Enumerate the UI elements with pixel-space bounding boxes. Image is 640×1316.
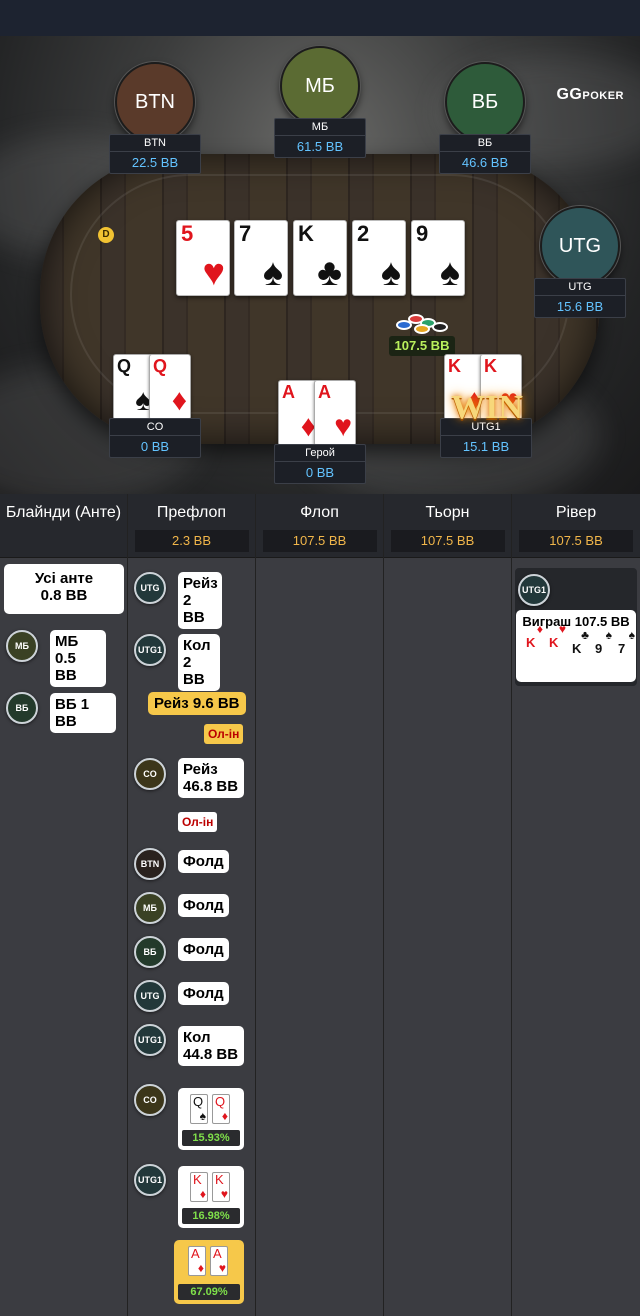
street-header[interactable]: Тьорн 107.5 BB	[384, 494, 511, 558]
chip-stack-icon	[394, 306, 454, 338]
street-header[interactable]: Блайнди (Анте)	[0, 494, 127, 558]
mini-card: K ♥	[212, 1172, 230, 1202]
player-name: ВБ	[440, 135, 530, 152]
mini-card: Q ♦	[212, 1094, 230, 1124]
poker-table-area: GGPOKER BTN D BTN 22.5 BB МБ МБ 61.5 BB …	[0, 36, 640, 494]
street-header[interactable]: Рівер 107.5 BB	[512, 494, 640, 558]
player-stack: 61.5 BB	[296, 139, 344, 154]
seat-btn[interactable]: BTN D BTN 22.5 BB	[98, 62, 203, 243]
player-stack: 46.6 BB	[461, 155, 509, 170]
position-badge: МБ	[134, 892, 166, 924]
action-bubble: Фолд	[178, 894, 229, 917]
action-bubble: МБ 0.5 BB	[50, 630, 106, 687]
board-card: K ♣	[293, 220, 347, 296]
street-column-river: Рівер 107.5 BB UTG1 Виграш 107.5 BB K ♦ K ♥…	[512, 494, 640, 1316]
board-card: 2 ♠	[352, 220, 406, 296]
player-plate: Герой 0 BB	[274, 444, 366, 484]
dealer-button: D	[98, 227, 114, 243]
pot-amount: 107.5 BB	[389, 336, 455, 356]
position-badge: CO	[134, 1084, 166, 1116]
equity-box: K ♦ K ♥ 16.98%	[178, 1166, 244, 1228]
seat-co[interactable]: Q ♠ Q ♦ CO 0 BB	[107, 354, 203, 458]
street-header[interactable]: Флоп 107.5 BB	[256, 494, 383, 558]
action-bubble: Кол 44.8 BB	[178, 1026, 244, 1066]
seat-hero[interactable]: A ♦ A ♥ Герой 0 BB	[272, 380, 368, 484]
position-badge: UTG	[134, 572, 166, 604]
position-badge: ВБ	[6, 692, 38, 724]
hole-cards: Q ♠ Q ♦	[107, 354, 203, 420]
player-name: UTG	[535, 279, 625, 296]
avatar: МБ	[280, 46, 360, 126]
action-bubble: Рейз 2 BB	[178, 572, 222, 629]
player-plate: ВБ 46.6 BB	[439, 134, 531, 174]
avatar: ВБ	[445, 62, 525, 142]
hole-cards: A ♦ A ♥	[272, 380, 368, 446]
action-bubble: Фолд	[178, 982, 229, 1005]
street-column-flop: Флоп 107.5 BB	[256, 494, 384, 1316]
seat-sb[interactable]: МБ МБ 61.5 BB	[272, 46, 368, 158]
street-column-turn: Тьорн 107.5 BB	[384, 494, 512, 1316]
board-card: 7 ♠	[234, 220, 288, 296]
avatar: BTN	[115, 62, 195, 142]
player-plate: МБ 61.5 BB	[274, 118, 366, 158]
equity-percent: 16.98%	[182, 1208, 240, 1224]
player-stack: 0 BB	[140, 439, 170, 454]
ante-box: Усі анте 0.8 BB	[4, 564, 124, 614]
position-badge: UTG	[134, 980, 166, 1012]
board-card: 5 ♥	[176, 220, 230, 296]
action-bubble: Кол 2 BB	[178, 634, 220, 691]
position-badge: UTG1	[134, 1024, 166, 1056]
street-header[interactable]: Префлоп 2.3 BB	[128, 494, 255, 558]
hero-equity-box: A ♦ A ♥ 67.09%	[174, 1240, 244, 1304]
position-badge: UTG1	[134, 1164, 166, 1196]
status-bar	[0, 0, 640, 36]
position-badge: CO	[134, 758, 166, 790]
player-stack: 0 BB	[305, 465, 335, 480]
player-plate: UTG 15.6 BB	[534, 278, 626, 318]
player-name: Герой	[275, 445, 365, 462]
player-stack: 22.5 BB	[131, 155, 179, 170]
seat-utg[interactable]: UTG UTG 15.6 BB	[532, 206, 628, 318]
action-bubble: Фолд	[178, 938, 229, 961]
player-plate: CO 0 BB	[109, 418, 201, 458]
allin-tag: Ол-ін	[178, 812, 218, 832]
hero-action-bubble: Рейз 9.6 BB	[148, 692, 246, 715]
position-badge: BTN	[134, 848, 166, 880]
position-badge: UTG1	[518, 574, 550, 606]
mini-card: K ♦	[190, 1172, 208, 1202]
mini-card: Q ♠	[190, 1094, 208, 1124]
action-bubble: Фолд	[178, 850, 229, 873]
street-column-preflop: Префлоп 2.3 BB UTG Рейз 2 BB UTG1 Кол 2 BB …	[128, 494, 256, 1316]
street-column-blinds: Блайнди (Анте) Усі анте 0.8 BB МБ МБ 0.5 B…	[0, 494, 128, 1316]
position-badge: UTG1	[134, 634, 166, 666]
player-name: CO	[110, 419, 200, 436]
action-bubble: ВБ 1 BB	[50, 693, 116, 733]
allin-tag: Ол-ін	[204, 724, 244, 744]
mini-card: A ♥	[210, 1246, 228, 1276]
hole-card: A ♥	[314, 380, 356, 446]
player-plate: D BTN 22.5 BB	[98, 134, 201, 243]
position-badge: МБ	[6, 630, 38, 662]
position-badge: ВБ	[134, 936, 166, 968]
hole-card: Q ♦	[149, 354, 191, 420]
equity-percent: 67.09%	[178, 1284, 240, 1300]
hand-history: Блайнди (Анте) Усі анте 0.8 BB МБ МБ 0.5 B…	[0, 494, 640, 1316]
win-badge: WIN	[451, 389, 523, 426]
equity-percent: 15.93%	[182, 1130, 240, 1146]
seat-bb[interactable]: ВБ ВБ 46.6 BB	[437, 62, 533, 174]
avatar: UTG	[540, 206, 620, 286]
winnings-box: Виграш 107.5 BB K ♦ K ♥ K ♣ 9 ♠ 7 ♠	[516, 610, 636, 682]
board-card: 9 ♠	[411, 220, 465, 296]
player-stack: 15.1 BB	[462, 439, 510, 454]
player-name: BTN	[110, 135, 200, 152]
mini-card: A ♦	[188, 1246, 206, 1276]
ggpoker-logo: GGPOKER	[556, 86, 624, 103]
player-name: МБ	[275, 119, 365, 136]
winning-hand: K ♦ K ♥ K ♣ 9 ♠ 7 ♠	[526, 622, 635, 656]
player-stack: 15.6 BB	[556, 299, 604, 314]
equity-box: Q ♠ Q ♦ 15.93%	[178, 1088, 244, 1150]
action-bubble: Рейз 46.8 BB	[178, 758, 244, 798]
